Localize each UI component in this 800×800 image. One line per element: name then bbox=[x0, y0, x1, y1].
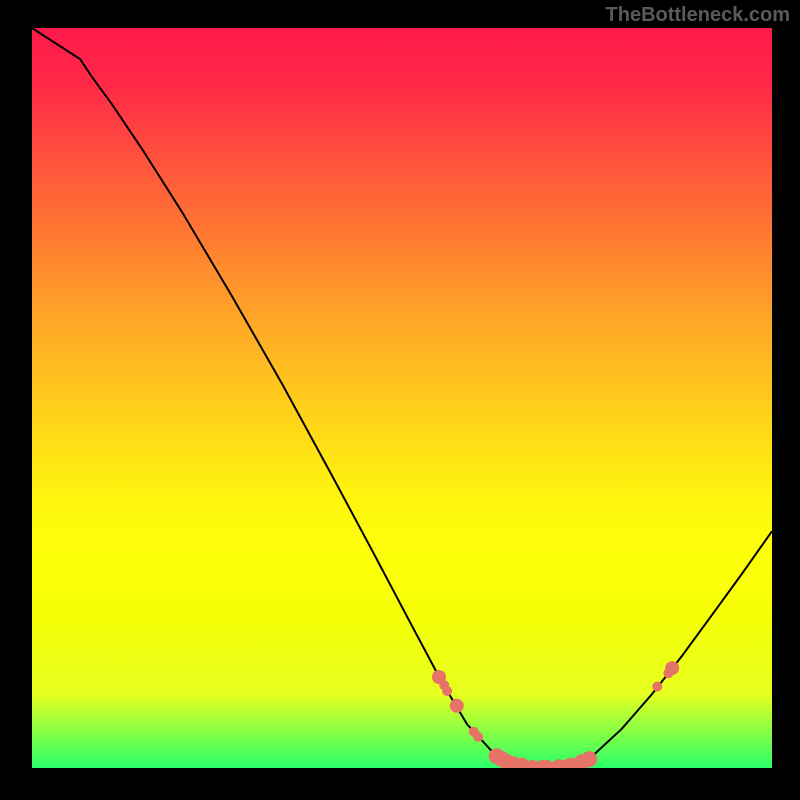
bottleneck-curve bbox=[32, 28, 772, 768]
data-marker bbox=[665, 661, 679, 675]
plot-area bbox=[32, 28, 772, 768]
data-marker bbox=[442, 686, 452, 696]
data-marker bbox=[581, 751, 597, 767]
data-marker bbox=[450, 699, 464, 713]
chart-svg bbox=[32, 28, 772, 768]
watermark-text: TheBottleneck.com bbox=[606, 4, 790, 27]
data-marker bbox=[652, 682, 662, 692]
data-markers-group bbox=[432, 661, 679, 768]
chart-outer: TheBottleneck.com bbox=[0, 0, 800, 800]
data-marker bbox=[473, 732, 483, 742]
